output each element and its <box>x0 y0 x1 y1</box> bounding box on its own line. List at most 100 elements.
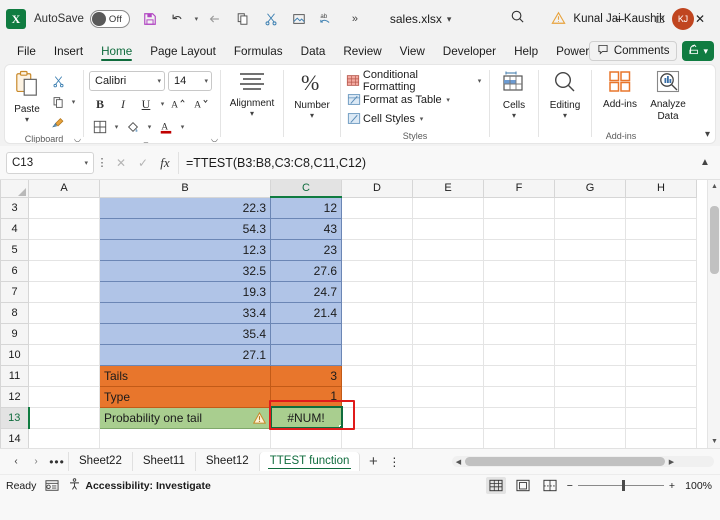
cell-h13[interactable] <box>626 407 697 428</box>
zoom-in-button[interactable]: + <box>669 480 675 492</box>
next-sheet-arrow-icon[interactable]: › <box>26 452 46 472</box>
analyze-data-button[interactable]: Analyze Data <box>645 68 691 122</box>
cell-a14[interactable] <box>29 428 100 448</box>
cell-c13[interactable]: #NUM! <box>271 407 342 428</box>
font-size-input[interactable]: 14 ▾ <box>168 71 212 91</box>
paste-special-icon[interactable] <box>286 6 312 32</box>
formula-bar-expand-icon[interactable]: ▲ <box>696 157 714 168</box>
cell-d8[interactable] <box>342 302 413 323</box>
tab-help[interactable]: Help <box>505 43 547 62</box>
cell-a8[interactable] <box>29 302 100 323</box>
cell-g6[interactable] <box>555 260 626 281</box>
save-icon[interactable] <box>137 6 163 32</box>
cell-a11[interactable] <box>29 365 100 386</box>
cell-h4[interactable] <box>626 218 697 239</box>
borders-button[interactable] <box>89 117 111 137</box>
scroll-up-arrow-icon[interactable]: ▲ <box>708 180 720 193</box>
editing-button[interactable]: Editing ▾ <box>544 68 586 119</box>
tab-insert[interactable]: Insert <box>45 43 92 62</box>
cell-g4[interactable] <box>555 218 626 239</box>
name-box-chevron-icon[interactable]: ▾ <box>84 159 88 167</box>
fx-icon[interactable]: fx <box>154 152 176 174</box>
cell-f5[interactable] <box>484 239 555 260</box>
cell-d11[interactable] <box>342 365 413 386</box>
cell-c7[interactable]: 24.7 <box>271 281 342 302</box>
cell-d10[interactable] <box>342 344 413 365</box>
cell-f9[interactable] <box>484 323 555 344</box>
cell-e4[interactable] <box>413 218 484 239</box>
cell-a6[interactable] <box>29 260 100 281</box>
conditional-formatting-button[interactable]: Conditional Formatting ▾ <box>346 72 484 89</box>
horizontal-scrollbar[interactable]: ◀ ▶ <box>452 456 714 467</box>
italic-button[interactable]: I <box>112 94 134 114</box>
undo-dropdown-chevron-icon[interactable]: ▾ <box>192 15 201 23</box>
cell-b14[interactable] <box>100 428 271 448</box>
cell-styles-button[interactable]: Cell Styles ▾ <box>346 110 484 127</box>
cell-b9[interactable]: 35.4 <box>100 323 271 344</box>
cell-a4[interactable] <box>29 218 100 239</box>
cell-e9[interactable] <box>413 323 484 344</box>
scroll-down-arrow-icon[interactable]: ▼ <box>708 435 720 448</box>
clipboard-dialog-launcher[interactable]: ◡ <box>74 134 81 143</box>
cell-g7[interactable] <box>555 281 626 302</box>
cell-h7[interactable] <box>626 281 697 302</box>
cells-button[interactable]: Cells ▾ <box>495 68 533 119</box>
tab-data[interactable]: Data <box>292 43 335 62</box>
column-header-h[interactable]: H <box>626 180 697 197</box>
copy-icon[interactable] <box>230 6 256 32</box>
cell-h12[interactable] <box>626 386 697 407</box>
cell-a13[interactable] <box>29 407 100 428</box>
accessibility-status[interactable]: Accessibility: Investigate <box>68 478 210 494</box>
cell-c14[interactable] <box>271 428 342 448</box>
cut-button[interactable] <box>47 71 69 91</box>
cell-e8[interactable] <box>413 302 484 323</box>
cell-f10[interactable] <box>484 344 555 365</box>
row-header-14[interactable]: 14 <box>1 428 29 448</box>
close-button[interactable]: ✕ <box>680 0 720 38</box>
tab-review[interactable]: Review <box>334 43 390 62</box>
cell-d9[interactable] <box>342 323 413 344</box>
zoom-slider-knob[interactable] <box>622 480 625 491</box>
row-header-9[interactable]: 9 <box>1 323 29 344</box>
cell-g8[interactable] <box>555 302 626 323</box>
cell-b8[interactable]: 33.4 <box>100 302 271 323</box>
redo-icon[interactable] <box>202 6 228 32</box>
cell-g3[interactable] <box>555 197 626 218</box>
undo-icon[interactable] <box>165 6 191 32</box>
copy-dropdown-chevron-icon[interactable]: ▾ <box>69 98 78 106</box>
cell-h9[interactable] <box>626 323 697 344</box>
column-header-g[interactable]: G <box>555 180 626 197</box>
cell-b4[interactable]: 54.3 <box>100 218 271 239</box>
row-header-13[interactable]: 13 <box>1 407 29 428</box>
sheet-overflow-icon[interactable]: ••• <box>46 455 68 469</box>
cell-f11[interactable] <box>484 365 555 386</box>
vertical-scroll-thumb[interactable] <box>710 206 719 274</box>
cell-f3[interactable] <box>484 197 555 218</box>
editing-chevron-icon[interactable]: ▾ <box>563 112 567 119</box>
warning-icon[interactable] <box>551 11 566 28</box>
warning-triangle-icon[interactable] <box>253 412 266 424</box>
cell-c3[interactable]: 12 <box>271 197 342 218</box>
paste-dropdown-chevron-icon[interactable]: ▾ <box>25 116 29 123</box>
add-sheet-button[interactable]: + <box>360 453 386 470</box>
horizontal-scroll-thumb[interactable] <box>465 457 665 466</box>
cell-e6[interactable] <box>413 260 484 281</box>
page-break-view-button[interactable] <box>540 477 560 494</box>
zoom-level-label[interactable]: 100% <box>682 480 712 492</box>
previous-sheet-arrow-icon[interactable]: ‹ <box>6 452 26 472</box>
share-chevron-icon[interactable]: ▾ <box>703 46 708 57</box>
cell-h6[interactable] <box>626 260 697 281</box>
normal-view-button[interactable] <box>486 477 506 494</box>
cell-f12[interactable] <box>484 386 555 407</box>
formula-bar-options-icon[interactable]: ⋮ <box>94 156 110 169</box>
cell-c11[interactable]: 3 <box>271 365 342 386</box>
sheet-options-icon[interactable]: ⋮ <box>386 455 402 469</box>
record-macro-icon[interactable] <box>45 479 59 492</box>
zoom-slider[interactable]: − + <box>567 480 675 492</box>
underline-chevron-icon[interactable]: ▾ <box>158 100 167 108</box>
font-dialog-launcher[interactable]: ◡ <box>211 134 218 143</box>
zoom-slider-track[interactable] <box>578 485 664 487</box>
cell-g14[interactable] <box>555 428 626 448</box>
cell-d3[interactable] <box>342 197 413 218</box>
cell-h3[interactable] <box>626 197 697 218</box>
